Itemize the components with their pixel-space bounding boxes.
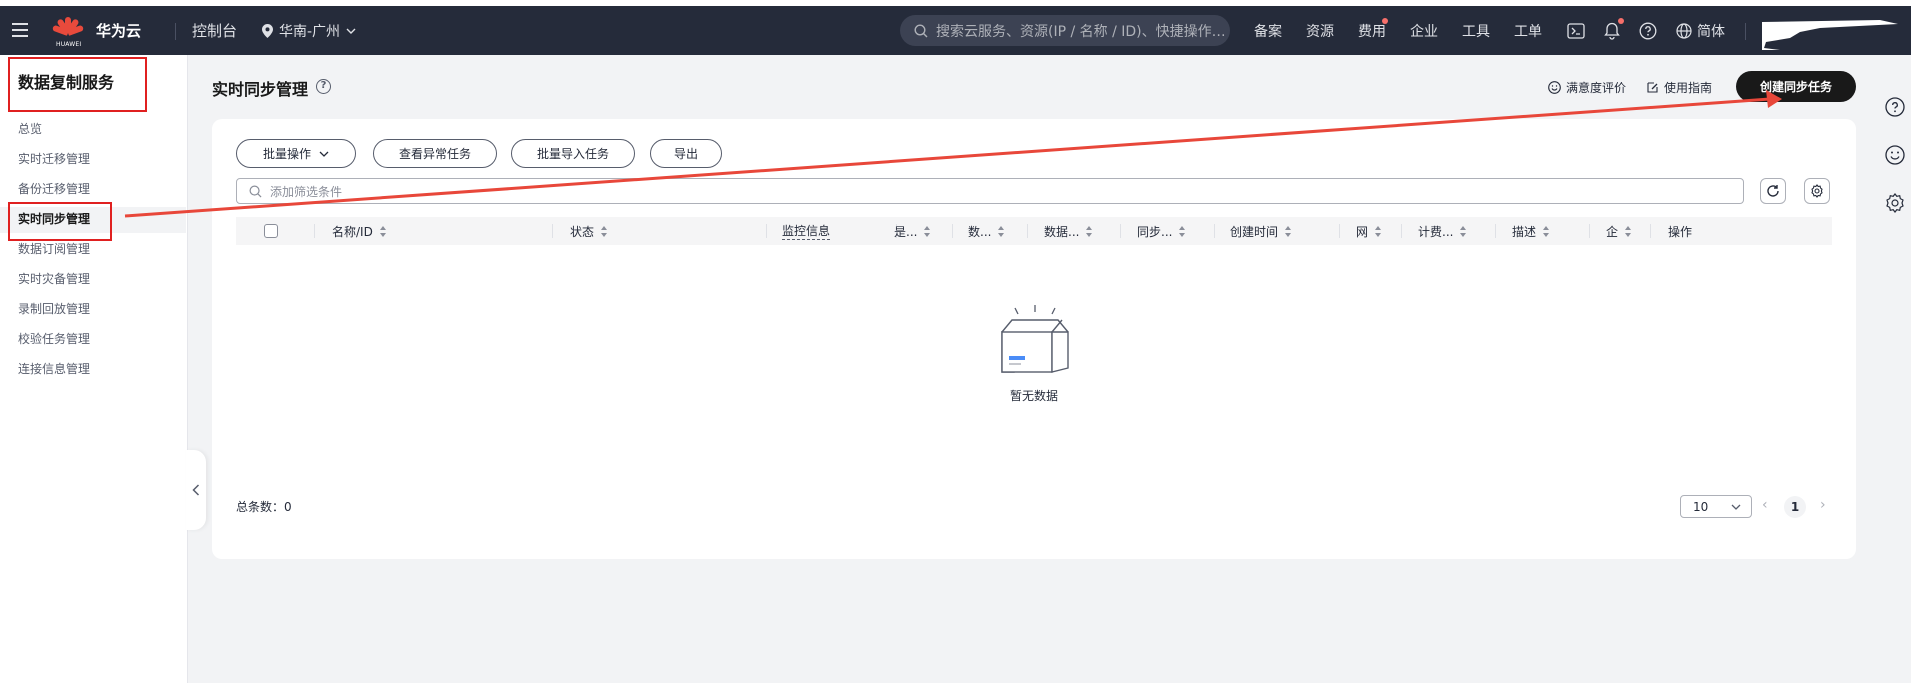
annotation-arrow — [124, 90, 1782, 218]
